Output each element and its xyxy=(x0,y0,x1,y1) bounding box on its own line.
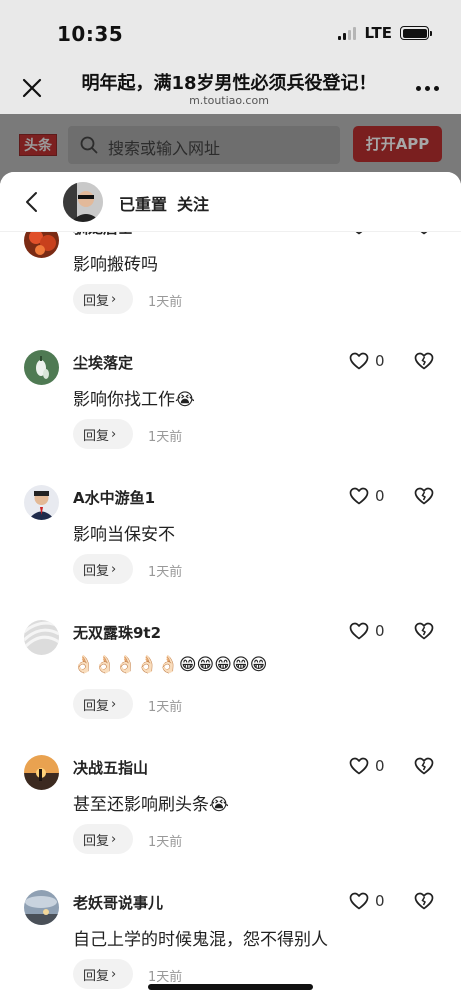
status-time: 10:35 xyxy=(57,22,124,46)
reply-label: 回复 xyxy=(83,563,110,579)
comment-item: 决战五指山 0 甚至还影响刷头条😭 回复 › 1天前 xyxy=(0,755,461,892)
status-bar: 10:35 LTE xyxy=(0,0,461,64)
reply-button[interactable]: 回复 › xyxy=(73,689,133,719)
comment-text: 自己上学的时候鬼混，怨不得别人 xyxy=(73,930,328,950)
comment-text: 甚至还影响刷头条😭 xyxy=(73,795,229,815)
reply-button[interactable]: 回复 › xyxy=(73,419,133,449)
reply-label: 回复 xyxy=(83,968,110,984)
broken-heart-icon[interactable] xyxy=(414,757,434,775)
search-icon xyxy=(80,136,98,154)
signal-icon xyxy=(338,26,357,40)
network-label: LTE xyxy=(364,24,392,42)
comment-time: 1天前 xyxy=(148,835,183,850)
browser-header: 明年起，满18岁男性必须兵役登记！ m.toutiao.com xyxy=(0,64,461,114)
comment-time: 1天前 xyxy=(148,295,183,310)
like-button[interactable]: 0 xyxy=(349,352,385,370)
reply-label: 回复 xyxy=(83,698,110,714)
battery-icon xyxy=(400,26,432,40)
close-icon[interactable] xyxy=(20,76,44,100)
like-count: 0 xyxy=(375,757,385,775)
more-icon[interactable] xyxy=(416,86,439,91)
heart-icon xyxy=(349,892,369,910)
site-logo: 头条 xyxy=(19,134,57,156)
comment-item: 尘埃落定 0 影响你找工作😭 回复 › 1天前 xyxy=(0,350,461,487)
chevron-right-icon: › xyxy=(111,561,117,577)
comment-panel: 已重置 关注 驯龙居士 0 影响搬砖吗 回复› 1天前 尘埃落定 xyxy=(0,172,461,1000)
chevron-right-icon: › xyxy=(111,426,117,442)
status-indicators: LTE xyxy=(338,24,432,42)
like-count: 0 xyxy=(375,352,385,370)
broken-heart-icon[interactable] xyxy=(414,622,434,640)
home-indicator[interactable] xyxy=(148,984,313,990)
open-app-button[interactable]: 打开APP xyxy=(353,126,442,162)
heart-icon xyxy=(349,352,369,370)
chevron-right-icon: › xyxy=(111,831,117,847)
heart-icon xyxy=(349,622,369,640)
comment-time: 1天前 xyxy=(148,430,183,445)
panel-header: 已重置 关注 xyxy=(0,172,461,232)
chevron-right-icon: › xyxy=(111,966,117,982)
reply-label: 回复 xyxy=(83,428,110,444)
reply-button[interactable]: 回复 › xyxy=(73,284,133,314)
avatar[interactable] xyxy=(63,182,103,222)
avatar[interactable] xyxy=(24,485,59,520)
broken-heart-icon[interactable] xyxy=(414,892,434,910)
heart-icon xyxy=(349,487,369,505)
page-title: 明年起，满18岁男性必须兵役登记！ xyxy=(81,73,377,94)
comment-time: 1天前 xyxy=(148,565,183,580)
comment-item: A水中游鱼1 0 影响当保安不 回复 › 1天前 xyxy=(0,485,461,622)
reply-button[interactable]: 回复 › xyxy=(73,959,133,989)
comment-author[interactable]: 无双露珠9t2 xyxy=(73,622,161,643)
broken-heart-icon[interactable] xyxy=(414,352,434,370)
avatar[interactable] xyxy=(24,755,59,790)
heart-icon xyxy=(349,757,369,775)
like-count: 0 xyxy=(375,892,385,910)
comment-item: 无双露珠9t2 0 👌🏻👌🏻👌🏻👌🏻👌🏻😁😁😁😁😁 回复 › 1天前 xyxy=(0,620,461,757)
like-button[interactable]: 0 xyxy=(349,487,385,505)
broken-heart-icon[interactable] xyxy=(414,487,434,505)
reply-label: 回复 xyxy=(83,833,110,849)
comment-item: 驯龙居士 0 影响搬砖吗 回复› 1天前 xyxy=(0,217,461,352)
site-search-box[interactable]: 搜索或输入网址 xyxy=(68,126,340,164)
comment-time: 1天前 xyxy=(148,970,183,985)
comment-text: 影响当保安不 xyxy=(73,525,175,545)
reply-label: 回复 xyxy=(83,293,110,309)
header-username[interactable]: 已重置 xyxy=(119,191,167,215)
like-button[interactable]: 0 xyxy=(349,892,385,910)
chevron-right-icon: › xyxy=(111,696,117,712)
search-placeholder: 搜索或输入网址 xyxy=(108,139,221,158)
like-button[interactable]: 0 xyxy=(349,757,385,775)
comment-text: 影响搬砖吗 xyxy=(73,255,158,275)
back-chevron-icon[interactable] xyxy=(24,191,40,213)
like-count: 0 xyxy=(375,487,385,505)
like-button[interactable]: 0 xyxy=(349,622,385,640)
reply-button[interactable]: 回复 › xyxy=(73,554,133,584)
avatar[interactable] xyxy=(24,350,59,385)
chevron-right-icon: › xyxy=(111,291,117,307)
comment-time: 1天前 xyxy=(148,700,183,715)
comment-author[interactable]: A水中游鱼1 xyxy=(73,487,155,508)
comment-author[interactable]: 决战五指山 xyxy=(73,757,148,778)
comment-author[interactable]: 老妖哥说事儿 xyxy=(73,892,163,913)
reply-button[interactable]: 回复 › xyxy=(73,824,133,854)
avatar[interactable] xyxy=(24,890,59,925)
like-count: 0 xyxy=(375,622,385,640)
page-url: m.toutiao.com xyxy=(189,94,269,107)
comment-text: 影响你找工作😭 xyxy=(73,390,195,410)
avatar[interactable] xyxy=(24,620,59,655)
comment-text: 👌🏻👌🏻👌🏻👌🏻👌🏻😁😁😁😁😁 xyxy=(73,655,268,675)
comment-author[interactable]: 尘埃落定 xyxy=(73,352,133,373)
follow-button[interactable]: 关注 xyxy=(177,191,209,215)
